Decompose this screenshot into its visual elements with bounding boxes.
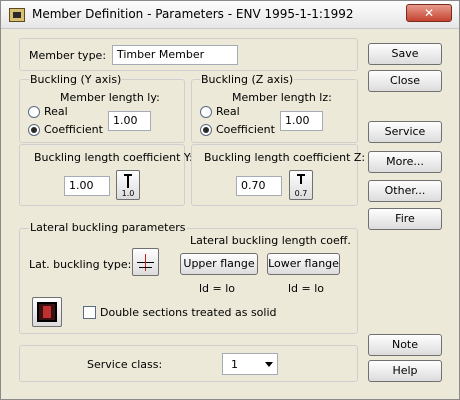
member-length-z-field[interactable]: 1.00 [280, 111, 323, 131]
ld-upper-value: ld = lo [199, 282, 236, 295]
help-button[interactable]: Help [368, 360, 442, 382]
lateral-buckling-type-icon[interactable] [132, 248, 159, 276]
buckling-y-header: Buckling (Y axis) [29, 73, 123, 86]
service-class-panel [19, 345, 358, 382]
member-length-y-field[interactable]: 1.00 [108, 111, 151, 131]
buckling-y-coefficient-icon[interactable]: 1.0 [116, 170, 140, 200]
other-button[interactable]: Other... [368, 180, 442, 202]
real-y-radio[interactable] [28, 106, 40, 118]
section-icon[interactable] [32, 297, 62, 327]
member-type-field[interactable]: Timber Member [112, 45, 238, 65]
double-sections-checkbox[interactable] [83, 306, 96, 319]
member-definition-dialog: Member Definition - Parameters - ENV 199… [0, 0, 460, 400]
chevron-down-icon [265, 362, 273, 367]
buckling-coeff-z-field[interactable]: 0.70 [236, 176, 282, 196]
coefficient-y-label: Coefficient [44, 123, 103, 136]
member-length-y-label: Member length ly: [60, 91, 160, 104]
window-title: Member Definition - Parameters - ENV 199… [32, 7, 354, 21]
service-class-value: 1 [231, 358, 238, 371]
lateral-coeff-label: Lateral buckling length coeff. [190, 234, 351, 247]
coefficient-z-radio[interactable] [200, 124, 212, 136]
member-length-z-label: Member length lz: [232, 91, 332, 104]
window-close-button[interactable]: ✕ [406, 4, 452, 22]
ld-lower-value: ld = lo [288, 282, 325, 295]
app-icon [9, 8, 25, 22]
real-z-radio[interactable] [200, 106, 212, 118]
title-bar: Member Definition - Parameters - ENV 199… [1, 1, 459, 29]
lat-buckling-type-label: Lat. buckling type: [29, 258, 132, 271]
service-class-select[interactable]: 1 [222, 353, 278, 375]
real-z-label: Real [216, 105, 240, 118]
real-y-label: Real [44, 105, 68, 118]
coefficient-y-radio[interactable] [28, 124, 40, 136]
service-class-label: Service class: [87, 358, 163, 371]
fire-button[interactable]: Fire [368, 208, 442, 230]
upper-flange-button[interactable]: Upper flange [180, 253, 258, 275]
buckling-coeff-y-label: Buckling length coefficient Y: [34, 151, 193, 164]
lateral-buckling-header: Lateral buckling parameters [29, 221, 187, 234]
coefficient-z-label: Coefficient [216, 123, 275, 136]
buckling-coeff-z-label: Buckling length coefficient Z: [204, 151, 366, 164]
member-type-label: Member type: [29, 49, 107, 62]
lower-flange-button[interactable]: Lower flange [267, 253, 340, 275]
more-button[interactable]: More... [368, 151, 442, 173]
buckling-z-icon-value: 0.7 [294, 189, 308, 198]
buckling-y-icon-value: 1.0 [121, 189, 135, 198]
close-button[interactable]: Close [368, 70, 442, 92]
note-button[interactable]: Note [368, 334, 442, 356]
buckling-z-coefficient-icon[interactable]: 0.7 [289, 170, 313, 200]
service-button[interactable]: Service [368, 121, 442, 143]
buckling-coeff-y-field[interactable]: 1.00 [64, 176, 110, 196]
buckling-z-header: Buckling (Z axis) [200, 73, 295, 86]
save-button[interactable]: Save [368, 43, 442, 65]
double-sections-label: Double sections treated as solid [100, 306, 277, 319]
